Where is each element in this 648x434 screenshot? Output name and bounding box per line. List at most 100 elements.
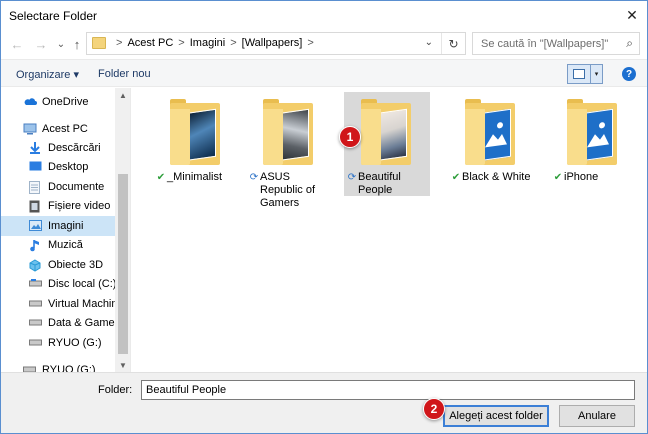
sidebar-item-label: Virtual Machines	[48, 298, 115, 310]
sidebar-item-label: Acest PC	[42, 123, 88, 135]
folder-tile-minimalist[interactable]: ✔ _Minimalist	[153, 92, 239, 196]
window-title: Selectare Folder	[9, 9, 98, 23]
folder-name: Beautiful People	[358, 171, 401, 196]
search-input[interactable]: Se caută în "[Wallpapers]" ⌕	[472, 32, 640, 55]
dialog-footer: Folder: Alegeți acest folder Anulare	[1, 372, 647, 433]
address-dropdown-chevron-icon[interactable]: ⌄	[425, 37, 433, 48]
folder-view: ✔ _Minimalist ⟳ ASUS Republic of Gamers …	[132, 88, 647, 372]
sidebar-item-label: Imagini	[48, 220, 84, 232]
breadcrumb-separator: >	[178, 37, 185, 49]
folder-tile-black-white[interactable]: ✔ Black & White	[448, 92, 534, 196]
breadcrumb-separator: >	[230, 37, 237, 49]
breadcrumb-wallpapers[interactable]: [Wallpapers]	[242, 37, 303, 49]
large-icons-view-icon[interactable]	[568, 65, 590, 83]
folder-name: _Minimalist	[167, 171, 223, 183]
folder-name: iPhone	[564, 171, 599, 183]
folder-picker-dialog: Selectare Folder ✕ ← → ⌄ ↑ > Acest PC > Ima…	[0, 0, 648, 434]
sidebar-item-label: Disc local (C:)	[48, 278, 115, 290]
search-icon[interactable]: ⌕	[626, 36, 633, 51]
sidebar-item-local-disk-c[interactable]: Disc local (C:)	[1, 274, 115, 294]
sidebar-item-label: Fișiere video	[48, 200, 111, 212]
new-folder-button[interactable]: Folder nou	[98, 68, 151, 80]
folder-name: Black & White	[462, 171, 531, 183]
sidebar-item-label: RYUO (G:)	[42, 364, 96, 372]
scroll-up-icon[interactable]: ▲	[115, 88, 130, 102]
view-options-chevron-icon[interactable]: ▾	[590, 65, 602, 83]
folder-tile-iphone[interactable]: ✔ iPhone	[550, 92, 636, 196]
documents-icon	[29, 181, 42, 194]
folder-tile-asus-rog[interactable]: ⟳ ASUS Republic of Gamers	[246, 92, 332, 209]
music-icon	[29, 239, 42, 252]
refresh-icon[interactable]: ↻	[441, 33, 465, 54]
help-icon[interactable]: ?	[622, 67, 636, 81]
breadcrumb-pictures[interactable]: Imagini	[190, 37, 225, 49]
search-placeholder: Se caută în "[Wallpapers]"	[481, 38, 609, 50]
select-folder-button[interactable]: Alegeți acest folder	[443, 405, 549, 427]
computer-icon	[23, 123, 37, 135]
sidebar-item-label: OneDrive	[42, 96, 89, 108]
folder-icon	[355, 99, 417, 167]
title-bar: Selectare Folder ✕	[1, 1, 647, 31]
sidebar-item-desktop[interactable]: Desktop	[1, 157, 115, 177]
address-bar[interactable]: > Acest PC > Imagini > [Wallpapers] > ⌄ ↻	[86, 32, 466, 55]
sidebar-item-label: Obiecte 3D	[48, 259, 104, 271]
cloud-icon	[23, 96, 37, 108]
folder-icon	[92, 37, 106, 49]
desktop-icon	[29, 161, 42, 173]
folder-name: ASUS Republic of Gamers	[260, 171, 316, 209]
folder-icon	[257, 99, 319, 167]
scrollbar-thumb[interactable]	[118, 174, 128, 354]
objects3d-icon	[29, 259, 42, 272]
annotation-badge-2: 2	[423, 398, 445, 420]
breadcrumb-separator: >	[307, 37, 314, 49]
recent-locations-chevron-icon[interactable]: ⌄	[53, 36, 69, 52]
sidebar-item-onedrive[interactable]: OneDrive	[1, 92, 115, 112]
sidebar-item-ryuo-g[interactable]: RYUO (G:)	[1, 333, 115, 353]
drive-icon	[29, 278, 42, 290]
sidebar-item-3d-objects[interactable]: Obiecte 3D	[1, 255, 115, 275]
pictures-icon	[29, 220, 42, 232]
command-bar: Organizare ▾ Folder nou ▾ ?	[1, 59, 647, 87]
close-icon[interactable]: ✕	[617, 1, 647, 29]
video-icon	[29, 200, 42, 213]
scroll-down-icon[interactable]: ▼	[115, 358, 130, 372]
navigation-pane: OneDrive Acest PC Descărcări Desktop Doc…	[1, 88, 131, 372]
sidebar-item-videos[interactable]: Fișiere video	[1, 196, 115, 216]
sidebar-item-virtual-machines[interactable]: Virtual Machines	[1, 294, 115, 314]
change-view-button[interactable]: ▾	[567, 64, 603, 84]
sidebar-scrollbar[interactable]: ▲ ▼	[115, 88, 130, 372]
sidebar-item-label: Data & Games (E	[48, 317, 115, 329]
up-arrow-icon[interactable]: ↑	[69, 36, 85, 52]
forward-arrow-icon[interactable]: →	[33, 36, 49, 52]
folder-icon	[164, 99, 226, 167]
sidebar-item-documents[interactable]: Documente	[1, 177, 115, 197]
drive-icon	[29, 317, 42, 329]
navigation-row: ← → ⌄ ↑ > Acest PC > Imagini > [Wallpapers] > …	[1, 31, 647, 57]
folder-name-input[interactable]	[141, 380, 635, 400]
breadcrumb: > Acest PC > Imagini > [Wallpapers] >	[111, 37, 319, 49]
sidebar-item-label: RYUO (G:)	[48, 337, 102, 349]
back-arrow-icon[interactable]: ←	[9, 36, 25, 52]
drive-icon	[23, 364, 36, 372]
organize-menu-button[interactable]: Organizare ▾	[16, 68, 79, 81]
breadcrumb-separator: >	[116, 37, 123, 49]
breadcrumb-this-pc[interactable]: Acest PC	[127, 37, 173, 49]
sidebar-item-label: Descărcări	[48, 142, 101, 154]
sidebar-item-label: Muzică	[48, 239, 83, 251]
sidebar-item-pictures[interactable]: Imagini	[1, 216, 115, 236]
cancel-button[interactable]: Anulare	[559, 405, 635, 427]
drive-icon	[29, 337, 42, 349]
sidebar-item-label: Desktop	[48, 161, 89, 173]
sidebar-item-this-pc[interactable]: Acest PC	[1, 119, 115, 139]
sidebar-item-music[interactable]: Muzică	[1, 235, 115, 255]
drive-icon	[29, 298, 42, 310]
sidebar-item-downloads[interactable]: Descărcări	[1, 138, 115, 158]
folder-icon	[561, 99, 623, 167]
folder-icon	[459, 99, 521, 167]
sidebar-item-label: Documente	[48, 181, 105, 193]
annotation-badge-1: 1	[339, 126, 361, 148]
download-icon	[29, 142, 42, 154]
sidebar-item-data-games[interactable]: Data & Games (E	[1, 313, 115, 333]
folder-field-label: Folder:	[98, 384, 133, 396]
sidebar-item-ryuo-g-root[interactable]: RYUO (G:)	[1, 360, 115, 372]
